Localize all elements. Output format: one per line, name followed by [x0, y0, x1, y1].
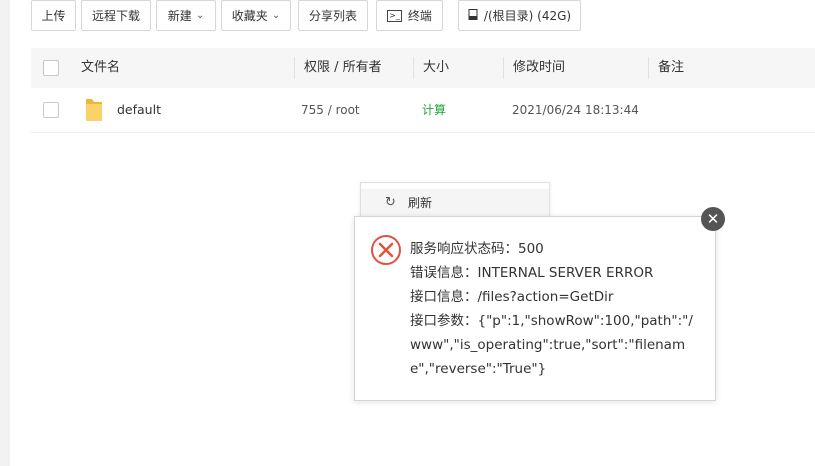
- select-all-checkbox[interactable]: [43, 60, 59, 76]
- context-menu: ↻ 刷新: [360, 182, 550, 220]
- perm-owner-cell[interactable]: 755 / root: [301, 88, 360, 132]
- column-divider: [503, 57, 504, 79]
- terminal-button[interactable]: >_ 终端: [376, 0, 443, 31]
- remote-download-label: 远程下载: [91, 9, 140, 23]
- error-circle-icon: [371, 235, 401, 265]
- context-menu-item-label: 刷新: [408, 196, 433, 210]
- favorites-dropdown-button[interactable]: 收藏夹 ⌄: [221, 0, 291, 31]
- favorites-label: 收藏夹: [231, 9, 268, 23]
- share-list-button[interactable]: 分享列表: [298, 0, 368, 31]
- remote-download-button[interactable]: 远程下载: [81, 0, 151, 31]
- terminal-label: 终端: [407, 9, 432, 23]
- file-name-link[interactable]: default: [117, 88, 161, 132]
- refresh-icon: ↻: [385, 195, 396, 210]
- file-table-header: 文件名 权限 / 所有者 大小 修改时间 备注: [31, 48, 815, 89]
- header-note: 备注: [658, 60, 685, 75]
- error-dialog: 服务响应状态码：500 错误信息：INTERNAL SERVER ERROR 接…: [354, 216, 716, 401]
- disk-label: /(根目录) (42G): [483, 9, 572, 23]
- context-menu-item-refresh[interactable]: ↻ 刷新: [361, 189, 549, 217]
- column-divider: [413, 57, 414, 79]
- chevron-down-icon: ⌄: [195, 10, 205, 21]
- error-params-line: e","reverse":"True"}: [410, 361, 547, 377]
- header-mtime[interactable]: 修改时间: [513, 48, 565, 88]
- share-list-label: 分享列表: [308, 9, 357, 23]
- upload-label: 上传: [41, 9, 66, 23]
- header-size[interactable]: 大小: [423, 48, 449, 88]
- mtime-cell: 2021/06/24 18:13:44: [512, 103, 639, 117]
- upload-button[interactable]: 上传: [31, 0, 76, 31]
- new-label: 新建: [167, 9, 192, 23]
- close-icon[interactable]: ✕: [701, 207, 725, 231]
- terminal-icon: >_: [387, 9, 402, 22]
- error-info-line: 错误信息：INTERNAL SERVER ERROR: [410, 265, 654, 281]
- header-filename[interactable]: 文件名: [81, 48, 120, 88]
- error-status-line: 服务响应状态码：500: [410, 241, 544, 257]
- left-sidebar-strip: [0, 0, 10, 466]
- disk-icon: [468, 8, 478, 23]
- error-api-line: 接口信息：/files?action=GetDir: [410, 289, 614, 305]
- header-perm-owner[interactable]: 权限 / 所有者: [304, 48, 382, 88]
- disk-selector-button[interactable]: /(根目录) (42G): [458, 0, 581, 31]
- error-params-line: www","is_operating":true,"sort":"filenam: [410, 337, 686, 353]
- column-divider: [294, 57, 295, 79]
- table-row[interactable]: default 755 / root 计算 2021/06/24 18:13:4…: [31, 88, 815, 133]
- column-divider: [648, 57, 649, 79]
- chevron-down-icon: ⌄: [271, 10, 281, 21]
- row-checkbox[interactable]: [43, 102, 59, 118]
- calculate-size-link[interactable]: 计算: [422, 88, 446, 132]
- error-params-line: 接口参数：{"p":1,"showRow":100,"path":"/: [410, 313, 693, 329]
- error-message: 服务响应状态码：500 错误信息：INTERNAL SERVER ERROR 接…: [410, 237, 700, 381]
- folder-icon: [86, 99, 102, 121]
- new-dropdown-button[interactable]: 新建 ⌄: [156, 0, 216, 31]
